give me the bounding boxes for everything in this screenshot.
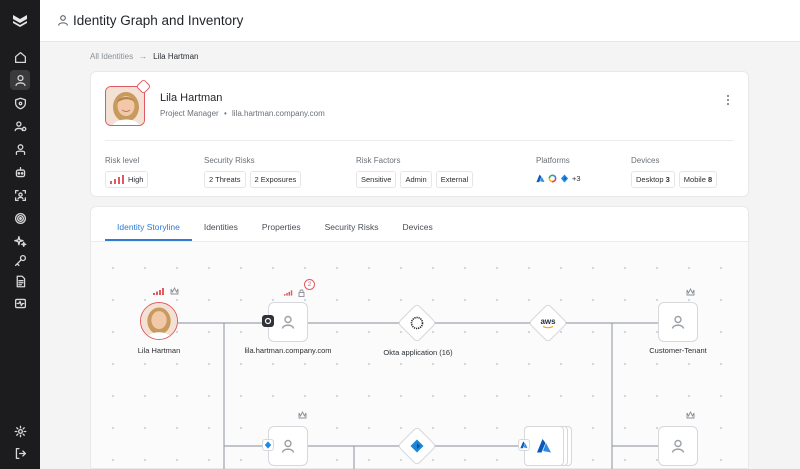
tenant-node[interactable]: [658, 426, 698, 466]
azure-devops-icon: [403, 432, 431, 460]
azure-devops-icon: [262, 439, 274, 451]
crown-icon: [686, 288, 695, 296]
gear-icon: [262, 315, 274, 327]
crown-icon: [170, 287, 179, 295]
aws-icon: aws: [534, 309, 562, 337]
person-node[interactable]: [140, 302, 178, 340]
aws-logo-text: aws: [540, 316, 556, 326]
alert-count-badge: 2: [304, 279, 315, 290]
azure-icon: [537, 439, 551, 453]
tenant-node-label: Customer-Tenant: [649, 346, 707, 355]
user-icon: [671, 439, 685, 453]
risk-bars-icon: [284, 290, 293, 296]
user-icon: [281, 315, 295, 329]
lock-icon: [298, 289, 305, 297]
okta-node-label: Okta application (16): [383, 348, 453, 357]
tenant-node[interactable]: [658, 302, 698, 342]
user-icon: [281, 439, 295, 453]
account-node-label: lila.hartman.company.com: [244, 346, 332, 355]
account-node[interactable]: [268, 302, 308, 342]
okta-icon: [403, 309, 431, 337]
azure-node[interactable]: [524, 426, 564, 466]
azure-icon: [518, 439, 530, 451]
risk-bars-icon: [153, 288, 164, 295]
graph-edges: [178, 322, 660, 469]
person-node-label: Lila Hartman: [137, 346, 181, 355]
crown-icon: [298, 411, 307, 419]
identity-graph: Lila Hartman 2 lila.hartman.company.com …: [0, 0, 800, 469]
crown-icon: [686, 411, 695, 419]
user-icon: [671, 315, 685, 329]
account-node[interactable]: [268, 426, 308, 466]
